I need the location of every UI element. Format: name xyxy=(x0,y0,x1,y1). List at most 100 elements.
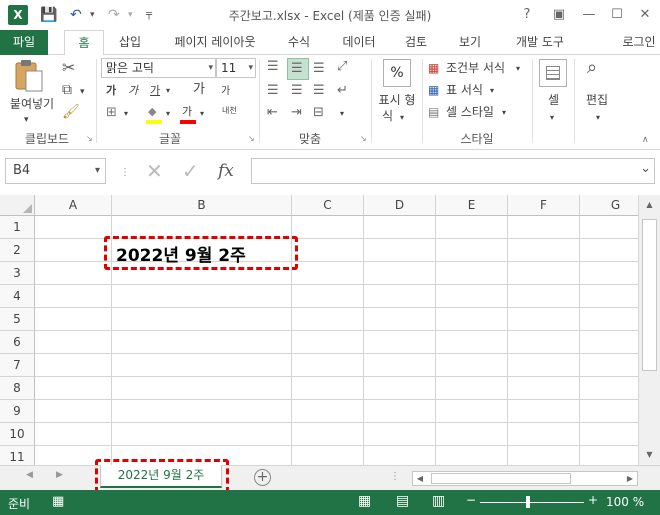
page-break-view-icon[interactable]: ▥ xyxy=(432,493,445,509)
row-header-8[interactable]: 8 xyxy=(0,377,35,400)
tab-data[interactable]: 데이터 xyxy=(334,30,384,55)
cancel-icon[interactable]: ✕ xyxy=(146,160,163,182)
excel-app-icon[interactable]: X xyxy=(8,5,28,25)
cells-dropdown-icon[interactable]: ▾ xyxy=(550,109,554,127)
row-header-11[interactable]: 11 xyxy=(0,446,35,465)
close-button[interactable]: ✕ xyxy=(632,4,658,26)
tab-formulas[interactable]: 수식 xyxy=(277,30,321,55)
clipboard-launcher-icon[interactable]: ↘ xyxy=(86,134,93,143)
tab-home[interactable]: 홈 xyxy=(64,30,104,56)
zoom-slider[interactable] xyxy=(480,502,584,503)
borders-icon[interactable]: ⊞ xyxy=(106,104,117,122)
column-header-b[interactable]: B xyxy=(112,195,292,216)
tab-developer[interactable]: 개발 도구 xyxy=(505,30,575,55)
column-header-f[interactable]: F xyxy=(508,195,580,216)
column-header-d[interactable]: D xyxy=(364,195,436,216)
italic-button[interactable]: 가 xyxy=(128,82,138,100)
format-table-dropdown-icon[interactable]: ▾ xyxy=(490,82,494,100)
conditional-format-button[interactable]: 조건부 서식 xyxy=(446,59,505,77)
wrap-text-icon[interactable]: ↵ xyxy=(337,82,348,100)
undo-icon[interactable]: ↶ xyxy=(70,5,82,25)
row-header-3[interactable]: 3 xyxy=(0,262,35,285)
ribbon-display-options-icon[interactable]: ▣ xyxy=(546,4,572,26)
cell-styles-dropdown-icon[interactable]: ▾ xyxy=(502,104,506,122)
number-format-dropdown-icon[interactable]: ▾ xyxy=(400,109,404,127)
column-header-c[interactable]: C xyxy=(292,195,364,216)
font-color-dropdown-icon[interactable]: ▾ xyxy=(200,105,204,123)
column-header-g[interactable]: G xyxy=(580,195,638,216)
decrease-indent-icon[interactable]: ⇤ xyxy=(267,104,278,122)
help-button[interactable]: ? xyxy=(514,4,540,26)
page-layout-view-icon[interactable]: ▤ xyxy=(396,493,409,509)
enter-icon[interactable]: ✓ xyxy=(182,160,199,182)
alignment-launcher-icon[interactable]: ↘ xyxy=(360,134,367,143)
cell-styles-icon[interactable]: ▤ xyxy=(428,103,439,121)
sign-in-link[interactable]: 로그인 xyxy=(618,30,660,55)
increase-indent-icon[interactable]: ⇥ xyxy=(291,104,302,122)
underline-button[interactable]: 가 xyxy=(150,82,160,100)
align-left-icon[interactable]: ☰ xyxy=(267,82,279,100)
format-table-button[interactable]: 표 서식 xyxy=(446,81,483,99)
column-header-e[interactable]: E xyxy=(436,195,508,216)
merge-dropdown-icon[interactable]: ▾ xyxy=(340,105,344,123)
collapse-ribbon-icon[interactable]: ∧ xyxy=(642,131,649,149)
align-right-icon[interactable]: ☰ xyxy=(313,82,325,100)
format-table-icon[interactable]: ▦ xyxy=(428,81,439,99)
underline-dropdown-icon[interactable]: ▾ xyxy=(166,82,170,100)
scroll-up-icon[interactable]: ▲ xyxy=(639,197,660,213)
next-sheet-icon[interactable]: ▶ xyxy=(56,470,63,480)
horizontal-scrollbar[interactable]: ◀ ▶ xyxy=(412,471,638,486)
bold-button[interactable]: 가 xyxy=(106,82,116,100)
editing-button[interactable]: 편집 xyxy=(586,91,608,109)
orientation-icon[interactable]: ⤢ xyxy=(337,58,347,76)
merge-center-icon[interactable]: ⊟ xyxy=(313,104,324,122)
align-center-icon[interactable]: ☰ xyxy=(291,82,303,100)
add-sheet-button[interactable]: + xyxy=(254,469,271,486)
zoom-out-icon[interactable]: − xyxy=(466,493,476,507)
paste-dropdown-icon[interactable]: ▾ xyxy=(24,111,29,129)
formula-input[interactable]: ⌄ xyxy=(251,158,655,184)
cell-styles-button[interactable]: 셀 스타일 xyxy=(446,103,494,121)
minimize-button[interactable]: — xyxy=(576,4,602,26)
scroll-right-icon[interactable]: ▶ xyxy=(623,472,637,485)
scroll-left-icon[interactable]: ◀ xyxy=(413,472,427,485)
number-format-button[interactable]: % xyxy=(383,59,411,87)
copy-icon[interactable]: ⧉ xyxy=(62,81,72,99)
zoom-slider-thumb[interactable] xyxy=(526,496,530,508)
row-header-9[interactable]: 9 xyxy=(0,400,35,423)
conditional-format-icon[interactable]: ▦ xyxy=(428,59,439,77)
name-box[interactable]: B4 ▾ xyxy=(5,158,106,184)
conditional-format-dropdown-icon[interactable]: ▾ xyxy=(516,60,520,78)
redo-icon[interactable]: ↷ xyxy=(108,5,120,25)
grow-font-button[interactable]: 가 xyxy=(193,81,205,99)
borders-dropdown-icon[interactable]: ▾ xyxy=(124,105,128,123)
top-align-icon[interactable]: ☰ xyxy=(267,58,279,76)
tab-split-handle[interactable]: ⋮ xyxy=(390,471,400,482)
row-header-4[interactable]: 4 xyxy=(0,285,35,308)
row-header-5[interactable]: 5 xyxy=(0,308,35,331)
cut-icon[interactable]: ✂ xyxy=(62,59,75,77)
normal-view-icon[interactable]: ▦ xyxy=(358,493,371,509)
font-launcher-icon[interactable]: ↘ xyxy=(248,134,255,143)
tab-view[interactable]: 보기 xyxy=(448,30,492,55)
column-header-a[interactable]: A xyxy=(35,195,112,216)
horizontal-scroll-thumb[interactable] xyxy=(431,473,571,484)
redo-dropdown-icon[interactable]: ▾ xyxy=(128,5,133,25)
fill-color-dropdown-icon[interactable]: ▾ xyxy=(166,105,170,123)
previous-sheet-icon[interactable]: ◀ xyxy=(26,470,33,480)
format-painter-icon[interactable]: 🖌 xyxy=(62,103,80,121)
zoom-in-icon[interactable]: + xyxy=(588,493,598,507)
row-header-1[interactable]: 1 xyxy=(0,216,35,239)
phonetic-button[interactable]: 내천 xyxy=(222,102,237,120)
row-header-6[interactable]: 6 xyxy=(0,331,35,354)
select-all-button[interactable] xyxy=(0,195,35,216)
editing-dropdown-icon[interactable]: ▾ xyxy=(596,109,600,127)
cells-button[interactable]: 셀 xyxy=(548,91,559,109)
font-name-select[interactable]: 맑은 고딕 ▾ xyxy=(101,58,216,78)
customize-toolbar-icon[interactable]: ╤ xyxy=(146,5,152,25)
save-icon[interactable]: 💾 xyxy=(40,5,57,25)
font-size-select[interactable]: 11 ▾ xyxy=(216,58,256,78)
vertical-scroll-thumb[interactable] xyxy=(642,219,657,371)
row-header-7[interactable]: 7 xyxy=(0,354,35,377)
tab-review[interactable]: 검토 xyxy=(394,30,438,55)
